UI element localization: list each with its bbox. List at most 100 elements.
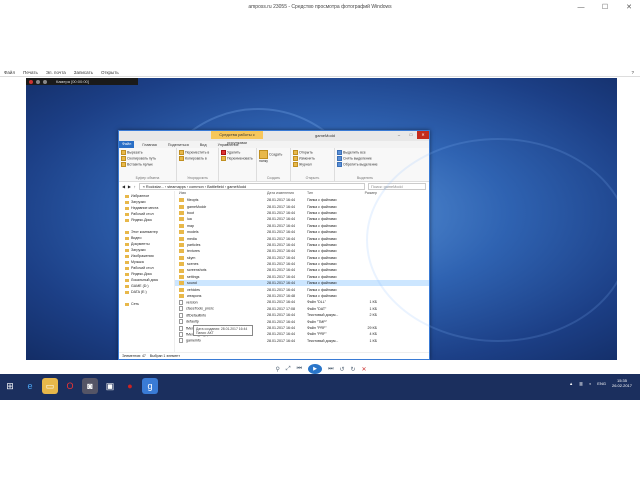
select-none-icon: [337, 156, 342, 161]
select-group-label: Выделить: [356, 176, 374, 180]
zoom-icon[interactable]: ⚲: [275, 366, 279, 373]
explorer-close-icon[interactable]: ✕: [417, 131, 429, 139]
file-type: Папка с файлами: [307, 217, 337, 222]
file-type: Текстовый докум...: [307, 338, 339, 343]
actual-size-icon[interactable]: ⤢: [286, 366, 291, 373]
record-dot-icon[interactable]: [29, 79, 33, 84]
file-name: gameinfo: [186, 338, 201, 343]
file-name-cell: dfDefaultinfo: [179, 312, 267, 318]
select-none-button[interactable]: Снять выделение: [337, 156, 393, 161]
rename-button[interactable]: Переименовать: [221, 156, 254, 161]
stop-icon[interactable]: [43, 79, 47, 84]
file-date: 28.01.2017 16:44: [267, 281, 295, 286]
file-list: Имя Дата изменения Тип Размер fileopts 28…: [175, 191, 429, 352]
slideshow-button[interactable]: ▶: [308, 364, 323, 374]
navigation-pane: Избранное Загрузки Недавние места Рабочий с…: [119, 191, 175, 352]
folder-icon: [179, 255, 184, 260]
copy-path-button[interactable]: Скопировать путь: [121, 156, 174, 161]
menu-file[interactable]: Файл: [4, 70, 15, 75]
ie-icon[interactable]: e: [22, 378, 38, 394]
explorer-minimize-icon[interactable]: –: [393, 131, 405, 139]
help-icon[interactable]: ?: [631, 70, 634, 75]
menu-email[interactable]: Эл. почта: [46, 70, 66, 75]
close-icon[interactable]: ✕: [622, 3, 636, 11]
menu-print[interactable]: Печать: [23, 70, 38, 75]
g-app-icon[interactable]: g: [142, 378, 158, 394]
open-button[interactable]: Открыть: [293, 150, 332, 155]
file-type: Текстовый докум...: [307, 313, 339, 318]
file-date: 28.01.2017 16:44: [267, 242, 295, 247]
opera-icon[interactable]: O: [62, 378, 78, 394]
record-icon[interactable]: ●: [122, 378, 138, 394]
file-name: media: [187, 236, 197, 241]
back-icon[interactable]: ◀: [122, 184, 125, 189]
explorer-maximize-icon[interactable]: □: [405, 131, 417, 139]
folder-icon: [125, 242, 129, 246]
folder-icon: [125, 248, 129, 252]
search-input[interactable]: Поиск: gameModd: [368, 183, 426, 190]
file-date: 28.01.2017 16:44: [267, 249, 295, 254]
nav-item[interactable]: Сеть: [119, 301, 174, 307]
invert-selection-icon: [337, 162, 342, 167]
forward-icon[interactable]: ▶: [128, 184, 131, 189]
network-icon[interactable]: ▥: [579, 381, 583, 386]
file-date: 28.01.2017 17:08: [267, 306, 295, 311]
photo-viewer-icon[interactable]: ▣: [102, 378, 118, 394]
file-name-cell: defaultp: [179, 319, 267, 325]
open-group-label: Открыть: [305, 176, 320, 180]
file-type: Папка с файлами: [307, 255, 337, 260]
volume-icon[interactable]: ◖: [589, 381, 591, 386]
file-type: Папка с файлами: [307, 198, 337, 203]
table-row[interactable]: gameinfo 28.01.2017 16:44 Текстовый докум.…: [175, 338, 429, 344]
cut-button[interactable]: Вырезать: [121, 150, 174, 155]
paste-shortcut-button[interactable]: Вставить ярлык: [121, 162, 174, 167]
up-icon[interactable]: ↑: [134, 185, 136, 189]
tray-arrow-icon[interactable]: ▲: [569, 381, 573, 386]
address-bar[interactable]: « Rockstar... › steamapps › common › Bat…: [138, 183, 365, 190]
edit-button[interactable]: Изменить: [293, 156, 332, 161]
nav-item-label: Музыка: [131, 260, 144, 264]
delete-button[interactable]: Удалить: [221, 150, 254, 155]
clock-date: 26.02.2017: [611, 383, 632, 388]
language-indicator[interactable]: ENG: [597, 381, 606, 386]
file-date: 28.01.2017 16:44: [267, 274, 295, 279]
select-all-button[interactable]: Выделить все: [337, 150, 393, 155]
ribbon: Вырезать Скопировать путь Вставить ярлык…: [119, 148, 429, 182]
rotate-left-icon[interactable]: ↺: [339, 366, 344, 373]
prev-icon[interactable]: ⏮: [297, 366, 302, 373]
next-icon[interactable]: ⏭: [328, 366, 333, 373]
nav-item-label: Локальный диск: [131, 278, 159, 282]
move-to-button[interactable]: Переместить в: [179, 150, 216, 155]
tab-view[interactable]: Вид: [197, 143, 210, 147]
tab-file[interactable]: Файл: [119, 141, 135, 148]
viewer-title: amposs.ru 23055 - Средство просмотра фот…: [248, 4, 392, 10]
folder-icon: [125, 236, 129, 240]
file-name-cell: media: [179, 237, 267, 241]
file-type: Папка с файлами: [307, 242, 337, 247]
organize-group-label: Упорядочить: [187, 176, 208, 180]
menu-open[interactable]: Открыть: [101, 70, 119, 75]
maximize-icon[interactable]: ☐: [598, 3, 612, 11]
file-type: Папка с файлами: [307, 210, 337, 215]
delete-icon[interactable]: ✕: [362, 366, 367, 373]
nav-item-label: Сеть: [131, 302, 139, 306]
camera-icon[interactable]: ◙: [82, 378, 98, 394]
history-icon: [293, 162, 298, 167]
file-icon: [179, 312, 183, 318]
clock[interactable]: 15:35 26.02.2017: [612, 378, 632, 388]
menu-burn[interactable]: Записать: [74, 70, 93, 75]
pause-icon[interactable]: [36, 79, 40, 84]
new-folder-button[interactable]: Создать папку: [259, 150, 288, 163]
copy-to-button[interactable]: Копировать в: [179, 156, 216, 161]
rotate-right-icon[interactable]: ↻: [351, 366, 356, 373]
explorer-icon[interactable]: ▭: [42, 378, 58, 394]
start-icon[interactable]: ⊞: [2, 378, 18, 394]
tab-home[interactable]: Главная: [139, 143, 159, 147]
folder-icon: [179, 217, 184, 222]
new-folder-icon: [259, 150, 268, 159]
invert-selection-button[interactable]: Обратить выделение: [337, 162, 393, 167]
history-button[interactable]: Журнал: [293, 162, 332, 167]
address-row: ◀ ▶ ↑ « Rockstar... › steamapps › common…: [119, 182, 429, 191]
tab-share[interactable]: Поделиться: [165, 143, 192, 147]
minimize-icon[interactable]: —: [574, 4, 588, 11]
